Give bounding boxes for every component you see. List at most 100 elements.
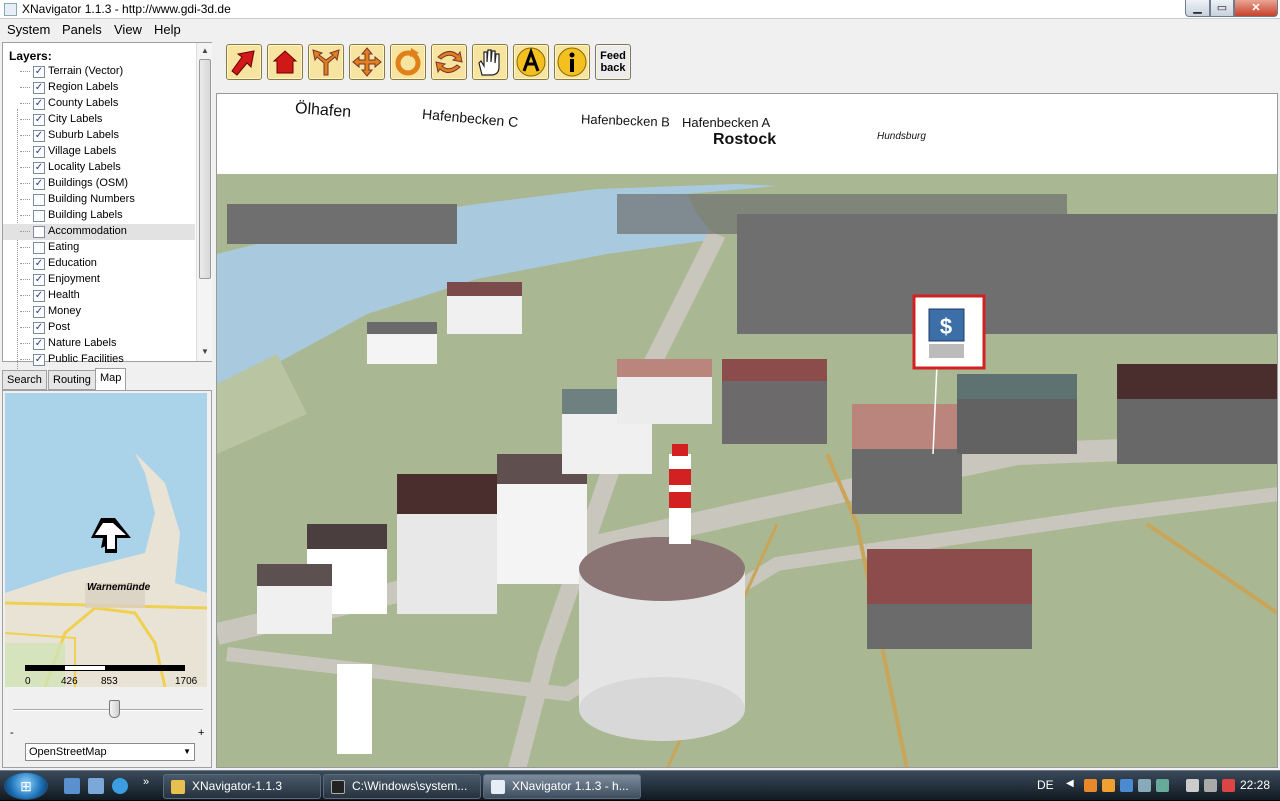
layer-item[interactable]: ✓ Public Facilities bbox=[3, 352, 195, 368]
clock[interactable]: 22:28 bbox=[1240, 778, 1270, 792]
quicklaunch-more-icon[interactable]: » bbox=[143, 776, 149, 788]
text-icon[interactable] bbox=[513, 44, 549, 80]
tray-expand-icon[interactable]: ◀ bbox=[1066, 778, 1074, 789]
title-bar[interactable]: XNavigator 1.1.3 - http://www.gdi-3d.de … bbox=[0, 0, 1280, 19]
layer-checkbox[interactable]: ✓ bbox=[33, 66, 45, 78]
task-cmd[interactable]: C:\Windows\system... bbox=[323, 774, 481, 799]
layer-checkbox[interactable]: ✓ bbox=[33, 258, 45, 270]
layer-item[interactable]: Eating bbox=[3, 240, 195, 256]
tray-app-icon[interactable] bbox=[1156, 779, 1169, 792]
menu-panels[interactable]: Panels bbox=[62, 22, 102, 37]
volume-icon[interactable] bbox=[1222, 779, 1235, 792]
scroll-up-icon[interactable]: ▲ bbox=[201, 46, 209, 55]
overview-map[interactable]: Warnemünde 0 426 853 1706 bbox=[5, 393, 207, 687]
layer-checkbox[interactable]: ✓ bbox=[33, 306, 45, 318]
layer-checkbox[interactable]: ✓ bbox=[33, 354, 45, 366]
zoom-minus-label: - bbox=[10, 727, 14, 739]
turn-icon[interactable] bbox=[431, 44, 467, 80]
layer-checkbox[interactable]: ✓ bbox=[33, 98, 45, 110]
tree-connector bbox=[20, 135, 30, 136]
zoom-plus-label: + bbox=[198, 727, 205, 739]
layer-item[interactable]: ✓ Nature Labels bbox=[3, 336, 195, 352]
split-icon[interactable] bbox=[308, 44, 344, 80]
tray-app-icon[interactable] bbox=[1186, 779, 1199, 792]
tray-app-icon[interactable] bbox=[1138, 779, 1151, 792]
window-title: XNavigator 1.1.3 - http://www.gdi-3d.de bbox=[22, 2, 231, 16]
layer-item[interactable]: ✓ Health bbox=[3, 288, 195, 304]
layer-item[interactable]: ✓ Education bbox=[3, 256, 195, 272]
tray-app-icon[interactable] bbox=[1084, 779, 1097, 792]
layer-item[interactable]: ✓ Buildings (OSM) bbox=[3, 176, 195, 192]
layer-checkbox[interactable]: ✓ bbox=[33, 162, 45, 174]
tab-search[interactable]: Search bbox=[2, 370, 47, 390]
3d-scene[interactable]: $ bbox=[217, 94, 1278, 768]
layer-checkbox[interactable]: ✓ bbox=[33, 338, 45, 350]
home-icon[interactable] bbox=[267, 44, 303, 80]
layer-item[interactable]: ✓ Money bbox=[3, 304, 195, 320]
layer-checkbox[interactable]: ✓ bbox=[33, 322, 45, 334]
layer-item[interactable]: ✓ City Labels bbox=[3, 112, 195, 128]
java-app-icon[interactable] bbox=[4, 3, 17, 16]
internet-explorer-icon[interactable] bbox=[112, 778, 128, 794]
layer-item[interactable]: Building Labels bbox=[3, 208, 195, 224]
task-explorer[interactable]: XNavigator-1.1.3 bbox=[163, 774, 321, 799]
layer-item[interactable]: ✓ Region Labels bbox=[3, 80, 195, 96]
layer-item[interactable]: ✓ County Labels bbox=[3, 96, 195, 112]
map-source-select[interactable]: OpenStreetMap ▼ bbox=[25, 743, 195, 761]
layer-item[interactable]: ✓ Locality Labels bbox=[3, 160, 195, 176]
close-button[interactable]: ✕ bbox=[1234, 0, 1278, 17]
hand-icon[interactable] bbox=[472, 44, 508, 80]
tree-connector bbox=[20, 279, 30, 280]
layer-item[interactable]: ✓ Suburb Labels bbox=[3, 128, 195, 144]
tray-app-icon[interactable] bbox=[1120, 779, 1133, 792]
network-icon[interactable] bbox=[1204, 779, 1217, 792]
zoom-slider-track[interactable] bbox=[13, 709, 203, 711]
tab-routing[interactable]: Routing bbox=[48, 370, 96, 390]
3d-map-view[interactable]: $ Ölhafen Hafenbecken C Hafenbecken B Ha… bbox=[216, 93, 1278, 768]
layer-checkbox[interactable]: ✓ bbox=[33, 274, 45, 286]
scroll-thumb[interactable] bbox=[199, 59, 211, 279]
scroll-down-icon[interactable]: ▼ bbox=[201, 347, 209, 356]
scene-label-hafenbecken-b: Hafenbecken B bbox=[580, 111, 671, 130]
task-label: XNavigator 1.1.3 - h... bbox=[512, 779, 629, 793]
start-button[interactable]: ⊞ bbox=[4, 772, 48, 800]
maximize-button[interactable]: ▭ bbox=[1210, 0, 1234, 17]
tab-map[interactable]: Map bbox=[95, 368, 127, 390]
menu-system[interactable]: System bbox=[7, 22, 50, 37]
layer-item[interactable]: ✓ Post bbox=[3, 320, 195, 336]
layer-checkbox[interactable]: ✓ bbox=[33, 178, 45, 190]
scale-bar bbox=[25, 665, 185, 671]
layer-checkbox[interactable]: ✓ bbox=[33, 82, 45, 94]
switch-windows-icon[interactable] bbox=[88, 778, 104, 794]
language-indicator[interactable]: DE bbox=[1037, 778, 1054, 792]
layers-scrollbar[interactable]: ▲ ▼ bbox=[196, 43, 212, 361]
layer-label: Eating bbox=[48, 241, 80, 253]
layer-item[interactable]: Accommodation bbox=[3, 224, 195, 240]
layer-checkbox[interactable]: ✓ bbox=[33, 130, 45, 142]
scene-label-hafenbecken-a: Hafenbecken A bbox=[682, 115, 771, 130]
layer-checkbox[interactable] bbox=[33, 194, 45, 206]
layer-item[interactable]: Building Numbers bbox=[3, 192, 195, 208]
feedback-button[interactable]: Feed back bbox=[595, 44, 631, 80]
layer-item[interactable]: ✓ Village Labels bbox=[3, 144, 195, 160]
rotate-icon[interactable] bbox=[390, 44, 426, 80]
layer-item[interactable]: ✓ Terrain (Vector) bbox=[3, 64, 195, 80]
menu-view[interactable]: View bbox=[114, 22, 142, 37]
layer-checkbox[interactable]: ✓ bbox=[33, 146, 45, 158]
layer-checkbox[interactable]: ✓ bbox=[33, 114, 45, 126]
scene-label-hundsburg: Hundsburg bbox=[877, 131, 926, 142]
move-icon[interactable] bbox=[349, 44, 385, 80]
layer-checkbox[interactable] bbox=[33, 210, 45, 222]
layer-checkbox[interactable] bbox=[33, 242, 45, 254]
layer-checkbox[interactable] bbox=[33, 226, 45, 238]
tray-app-icon[interactable] bbox=[1102, 779, 1115, 792]
task-xnavigator[interactable]: XNavigator 1.1.3 - h... bbox=[483, 774, 641, 799]
zoom-slider-thumb[interactable] bbox=[109, 700, 120, 718]
minimize-button[interactable]: ▁ bbox=[1185, 0, 1210, 17]
menu-help[interactable]: Help bbox=[154, 22, 181, 37]
layer-item[interactable]: ✓ Enjoyment bbox=[3, 272, 195, 288]
info-icon[interactable] bbox=[554, 44, 590, 80]
fly-icon[interactable] bbox=[226, 44, 262, 80]
layer-checkbox[interactable]: ✓ bbox=[33, 290, 45, 302]
show-desktop-icon[interactable] bbox=[64, 778, 80, 794]
